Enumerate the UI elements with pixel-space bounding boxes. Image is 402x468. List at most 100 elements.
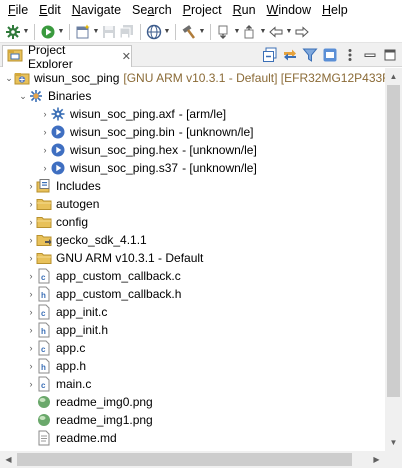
chevron-down-icon[interactable]: ▼: [22, 23, 30, 41]
chevron-right-icon[interactable]: ›: [40, 123, 50, 141]
chevron-right-icon[interactable]: ›: [40, 141, 50, 159]
tree-item-file[interactable]: readme_img0.png: [26, 393, 153, 411]
binary-decoration: - [unknown/le]: [182, 143, 257, 157]
scroll-up-icon[interactable]: ▲: [385, 68, 402, 85]
tree-item-file[interactable]: › h app_custom_callback.h: [26, 285, 181, 303]
maximize-icon[interactable]: [380, 46, 400, 64]
tree-item-binary[interactable]: › wisun_soc_ping.bin - [unknown/le]: [40, 123, 254, 141]
menu-search[interactable]: Search: [127, 0, 178, 21]
debug-gear-icon[interactable]: [4, 23, 22, 41]
tree-item-file[interactable]: › c app.c: [26, 339, 85, 357]
focus-icon[interactable]: [320, 46, 340, 64]
forward-icon[interactable]: [293, 23, 311, 41]
tree-item-file[interactable]: › c app_custom_callback.c: [26, 267, 181, 285]
collapse-all-icon[interactable]: [260, 46, 280, 64]
chevron-down-icon[interactable]: ▼: [259, 23, 267, 41]
horizontal-scroll-thumb[interactable]: [17, 453, 352, 466]
new-icon[interactable]: [74, 23, 92, 41]
tree-item-file[interactable]: › h app.h: [26, 357, 86, 375]
tree-item-file[interactable]: › c main.c: [26, 375, 91, 393]
project-icon: [14, 70, 30, 86]
menu-run[interactable]: Run: [228, 0, 262, 21]
horizontal-scrollbar[interactable]: ◀ ▶: [0, 451, 385, 468]
folder-icon: [36, 250, 52, 266]
tree-item-file[interactable]: readme.md: [26, 429, 117, 447]
menu-file[interactable]: File: [3, 0, 34, 21]
chevron-down-icon[interactable]: ▼: [163, 23, 171, 41]
scroll-left-icon[interactable]: ◀: [0, 451, 17, 468]
next-annotation-icon[interactable]: [215, 23, 233, 41]
tree-item-linked-folder[interactable]: › gecko_sdk_4.1.1: [26, 231, 147, 249]
back-icon[interactable]: [267, 23, 285, 41]
chevron-right-icon[interactable]: ›: [26, 321, 36, 339]
svg-text:h: h: [41, 291, 46, 300]
run-icon[interactable]: [39, 23, 57, 41]
chevron-right-icon[interactable]: ›: [26, 195, 36, 213]
chevron-right-icon[interactable]: ›: [26, 177, 36, 195]
save-all-icon[interactable]: [118, 23, 136, 41]
chevron-right-icon[interactable]: ›: [26, 213, 36, 231]
menu-project[interactable]: Project: [178, 0, 228, 21]
chevron-down-icon[interactable]: ▼: [57, 23, 65, 41]
chevron-right-icon[interactable]: ›: [26, 303, 36, 321]
view-actions: [260, 46, 400, 64]
chevron-right-icon[interactable]: ›: [40, 105, 50, 123]
markdown-file-icon: [36, 430, 52, 446]
folder-icon: [36, 196, 52, 212]
main-toolbar: ▼ ▼ ▼ ▼ ▼ ▼ ▼ ▼: [0, 21, 402, 43]
run-binary-icon: [50, 142, 66, 158]
tree-item-binaries[interactable]: ⌄ Binaries: [18, 87, 91, 105]
tree-item-folder[interactable]: › GNU ARM v10.3.1 - Default: [26, 249, 204, 267]
chevron-down-icon[interactable]: ▼: [92, 23, 100, 41]
minimize-icon[interactable]: [360, 46, 380, 64]
chevron-right-icon[interactable]: ›: [26, 231, 36, 249]
chevron-right-icon[interactable]: ›: [26, 285, 36, 303]
binary-name: wisun_soc_ping.s37: [70, 161, 179, 175]
menu-edit[interactable]: Edit: [34, 0, 67, 21]
chevron-right-icon[interactable]: ›: [40, 159, 50, 177]
tree-item-folder[interactable]: › autogen: [26, 195, 100, 213]
linked-folder-icon: [36, 232, 52, 248]
svg-text:h: h: [41, 327, 46, 336]
link-with-editor-icon[interactable]: [280, 46, 300, 64]
tree-item-includes[interactable]: › Includes: [26, 177, 101, 195]
scroll-right-icon[interactable]: ▶: [368, 451, 385, 468]
chevron-down-icon[interactable]: ▼: [198, 23, 206, 41]
scroll-down-icon[interactable]: ▼: [385, 434, 402, 451]
chevron-down-icon[interactable]: ▼: [285, 23, 293, 41]
item-label: app_init.c: [56, 305, 108, 319]
tree-item-binary[interactable]: › wisun_soc_ping.s37 - [unknown/le]: [40, 159, 257, 177]
hammer-icon[interactable]: [180, 23, 198, 41]
chevron-down-icon[interactable]: ⌄: [4, 69, 14, 87]
filter-icon[interactable]: [300, 46, 320, 64]
c-file-icon: c: [36, 304, 52, 320]
chevron-right-icon[interactable]: ›: [26, 357, 36, 375]
close-icon[interactable]: ✕: [122, 50, 131, 63]
tree-item-file[interactable]: › h app_init.h: [26, 321, 108, 339]
chevron-down-icon[interactable]: ▼: [233, 23, 241, 41]
chevron-right-icon[interactable]: ›: [26, 249, 36, 267]
view-menu-icon[interactable]: [340, 46, 360, 64]
vertical-scroll-thumb[interactable]: [387, 85, 400, 397]
binary-decoration: - [unknown/le]: [182, 161, 257, 175]
tree-item-folder[interactable]: › config: [26, 213, 89, 231]
tree-item-binary[interactable]: › wisun_soc_ping.hex - [unknown/le]: [40, 141, 257, 159]
toolbar-divider: [34, 23, 35, 40]
chevron-right-icon[interactable]: ›: [26, 267, 36, 285]
chevron-down-icon[interactable]: ⌄: [18, 87, 28, 105]
menu-navigate[interactable]: Navigate: [67, 0, 127, 21]
globe-icon[interactable]: [145, 23, 163, 41]
tree-item-binary[interactable]: › wisun_soc_ping.axf - [arm/le]: [40, 105, 227, 123]
vertical-scrollbar[interactable]: ▲ ▼: [385, 68, 402, 451]
tree-item-project[interactable]: ⌄ wisun_soc_ping [GNU ARM v10.3.1 - Defa…: [4, 69, 385, 87]
prev-annotation-icon[interactable]: [241, 23, 259, 41]
tree-item-file[interactable]: readme_img1.png: [26, 411, 153, 429]
chevron-right-icon[interactable]: ›: [26, 375, 36, 393]
save-icon[interactable]: [100, 23, 118, 41]
tab-project-explorer[interactable]: Project Explorer ✕: [2, 43, 132, 71]
chevron-right-icon[interactable]: ›: [26, 339, 36, 357]
tree-item-file[interactable]: › c app_init.c: [26, 303, 107, 321]
menu-help[interactable]: Help: [317, 0, 354, 21]
item-label: Includes: [56, 179, 101, 193]
menu-window[interactable]: Window: [262, 0, 317, 21]
